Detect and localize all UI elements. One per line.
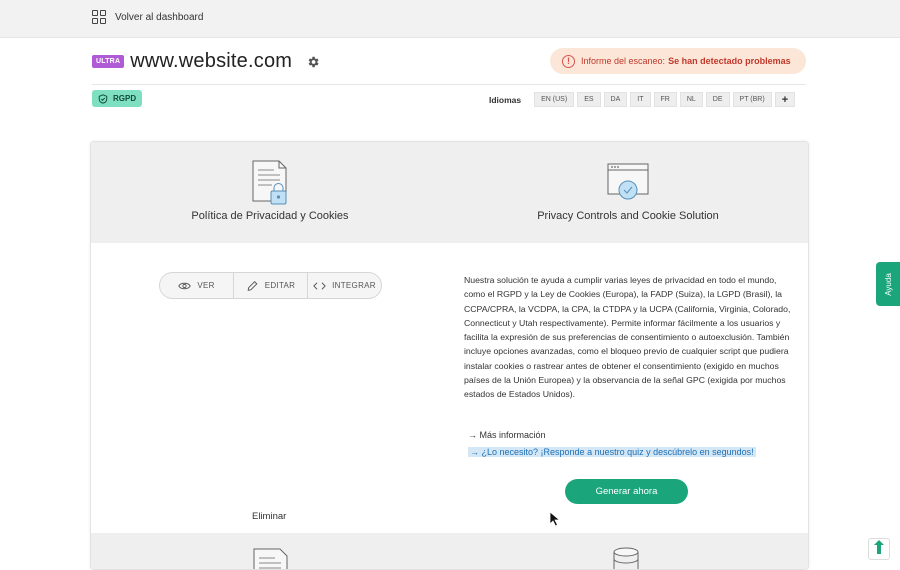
language-nl[interactable]: NL (679, 92, 703, 107)
plan-badge: ULTRA (92, 55, 125, 68)
back-to-dashboard-label: Volver al dashboard (115, 11, 204, 23)
more-info-link[interactable]: → Más información (468, 430, 546, 440)
products-header: Política de Privacidad y Cookies Privacy… (91, 142, 808, 243)
scroll-to-top-button[interactable] (868, 538, 890, 560)
database-icon (613, 547, 639, 569)
next-products-row (91, 533, 808, 569)
languages-label: Idiomas (489, 94, 522, 105)
edit-button[interactable]: EDITAR (233, 273, 307, 298)
view-label: VER (197, 281, 215, 290)
shield-check-icon (98, 93, 108, 104)
language-de[interactable]: DE (705, 92, 730, 107)
scan-report-pill[interactable]: ! Informe del escaneo: Se han detectado … (550, 48, 806, 74)
language-pt-br[interactable]: PT (BR) (732, 92, 772, 107)
browser-cookie-icon (607, 163, 649, 200)
eye-icon (178, 282, 192, 289)
header-divider (92, 84, 806, 85)
language-es[interactable]: ES (577, 92, 601, 107)
language-fr[interactable]: FR (653, 92, 677, 107)
add-language-button[interactable]: + (774, 92, 796, 107)
language-selector: Idiomas EN (US) ES DA IT FR NL DE PT (BR… (489, 92, 796, 107)
quiz-link[interactable]: → ¿Lo necesito? ¡Responde a nuestro quiz… (468, 447, 756, 457)
document-lock-icon (252, 160, 287, 205)
top-bar: Volver al dashboard (0, 0, 900, 38)
privacy-policy-actions: VER EDITAR INTEGRAR (159, 272, 382, 299)
warning-circle-icon: ! (562, 54, 575, 68)
document-icon (253, 548, 288, 569)
products-body: VER EDITAR INTEGRAR Eliminar Nuestra sol… (91, 243, 808, 533)
scan-report-label: Informe del escaneo: (581, 56, 666, 66)
site-title: www.website.com (130, 50, 293, 72)
code-icon (313, 281, 326, 290)
generate-now-button[interactable]: Generar ahora (565, 479, 688, 504)
arrow-up-icon (874, 540, 884, 554)
products-card: Política de Privacidad y Cookies Privacy… (90, 141, 809, 570)
edit-label: EDITAR (264, 281, 296, 290)
view-button[interactable]: VER (160, 273, 233, 298)
help-label: Ayuda (883, 272, 893, 296)
embed-button[interactable]: INTEGRAR (307, 273, 381, 298)
language-en-us[interactable]: EN (US) (534, 92, 575, 107)
product-cookie-solution-title: Privacy Controls and Cookie Solution (537, 210, 719, 222)
rgpd-label: RGPD (113, 94, 137, 103)
product-cookie-solution[interactable]: Privacy Controls and Cookie Solution (449, 142, 807, 243)
pencil-icon (247, 280, 258, 291)
embed-label: INTEGRAR (332, 281, 376, 290)
mouse-cursor-icon (549, 511, 561, 527)
product-privacy-policy-title: Política de Privacidad y Cookies (191, 210, 349, 222)
help-tab[interactable]: Ayuda (876, 262, 900, 306)
product-privacy-policy[interactable]: Política de Privacidad y Cookies (91, 142, 449, 243)
back-to-dashboard-link[interactable]: Volver al dashboard (92, 10, 203, 24)
gear-icon[interactable] (306, 55, 320, 69)
product-description: Nuestra solución te ayuda a cumplir vari… (464, 275, 791, 400)
language-da[interactable]: DA (603, 92, 628, 107)
site-header: ULTRA www.website.com (92, 50, 320, 73)
rgpd-badge: RGPD (92, 90, 143, 107)
language-it[interactable]: IT (630, 92, 651, 107)
scan-report-status: Se han detectado problemas (668, 56, 791, 66)
delete-link[interactable]: Eliminar (252, 511, 286, 522)
dashboard-grid-icon (92, 10, 106, 24)
